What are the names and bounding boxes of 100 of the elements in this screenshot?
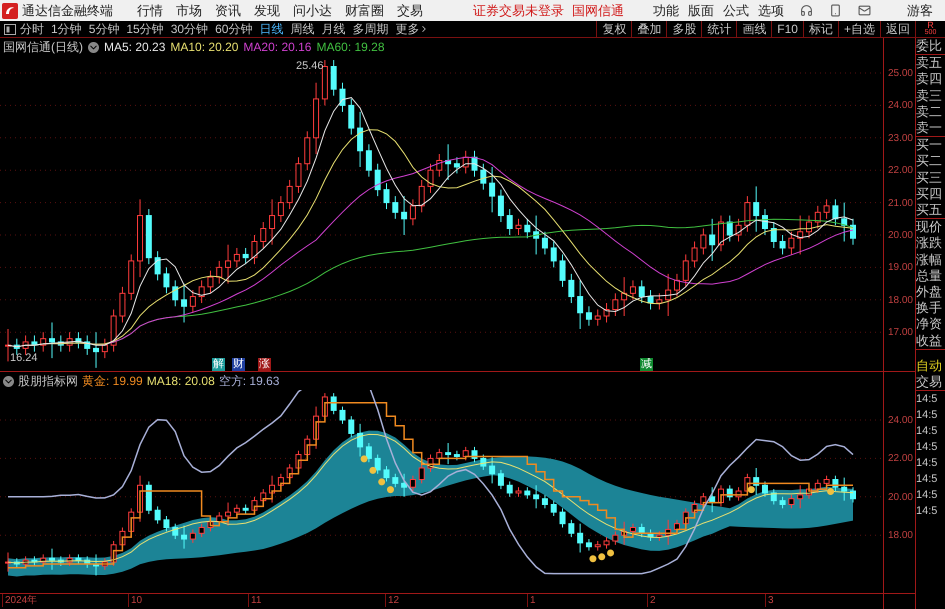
status-notice: 证券交易未登录 xyxy=(473,2,564,20)
legend-value: MA20: 20.16 xyxy=(243,39,312,56)
date-label: 12 xyxy=(385,594,400,607)
user-button[interactable]: 游客 xyxy=(907,0,933,20)
date-label: 3 xyxy=(765,594,774,607)
signal-dot xyxy=(598,553,606,560)
quote-label: 总量 xyxy=(916,268,943,284)
period-tab[interactable]: 日线 xyxy=(259,22,284,36)
menu-item[interactable]: 版面 xyxy=(688,0,714,20)
price-axis-label: 17.00 xyxy=(888,326,913,340)
chart-title: 国网信通(日线) xyxy=(3,39,83,56)
price-axis-label: 18.00 xyxy=(888,294,913,308)
trade-time: 14:5 xyxy=(916,392,938,407)
trade-time: 14:5 xyxy=(916,488,938,503)
quote-label: 收益 xyxy=(916,332,943,349)
mail-icon[interactable] xyxy=(858,4,871,17)
price-axis-label: 18.00 xyxy=(888,529,913,544)
period-tab[interactable]: 15分钟 xyxy=(126,22,164,36)
quote-label: 涨幅 xyxy=(916,252,943,268)
menu-item[interactable]: 资讯 xyxy=(215,0,241,20)
price-axis-label: 20.00 xyxy=(888,490,913,505)
app-title: 通达信金融终端 xyxy=(22,2,113,20)
quote-label: 涨跌 xyxy=(916,235,943,252)
period-tab[interactable]: 1分钟 xyxy=(51,22,82,36)
period-tab[interactable]: 周线 xyxy=(290,22,314,36)
menu-item[interactable]: 发现 xyxy=(254,0,280,20)
mode-tab[interactable]: 交易 xyxy=(916,374,945,390)
period-tab[interactable]: 60分钟 xyxy=(215,22,252,36)
price-axis-label: 23.00 xyxy=(888,132,913,146)
quote-label: 外盘 xyxy=(916,284,943,300)
corner-letter: R xyxy=(927,21,934,29)
price-axis-label: 20.00 xyxy=(888,229,913,243)
tool-button[interactable]: 统计 xyxy=(701,21,736,37)
event-marker[interactable]: 减 xyxy=(640,358,653,371)
date-label: 2 xyxy=(647,594,656,607)
tool-button[interactable]: +自选 xyxy=(838,21,880,37)
period-tab[interactable]: 分时 xyxy=(20,22,44,36)
period-tab[interactable]: 30分钟 xyxy=(170,22,208,36)
date-label: 2024年 xyxy=(2,594,38,607)
trade-time: 14:5 xyxy=(916,472,938,487)
signal-dot xyxy=(378,478,386,486)
high-price-label: 25.46 xyxy=(296,59,324,74)
signal-dot xyxy=(607,549,614,556)
tool-button[interactable]: F10 xyxy=(771,21,803,37)
quote-label: 卖一 xyxy=(916,120,943,136)
menu-item[interactable]: 功能 xyxy=(653,0,679,20)
menu-item[interactable]: 财富圈 xyxy=(345,0,384,20)
price-axis-label: 25.00 xyxy=(888,67,913,81)
tool-button[interactable]: 画线 xyxy=(736,21,772,37)
tool-button[interactable]: 返回 xyxy=(880,21,915,37)
legend-value: MA60: 19.28 xyxy=(316,39,385,56)
logo-icon xyxy=(2,2,18,18)
legend-value: MA18: 20.08 xyxy=(146,373,215,390)
period-tab[interactable]: 月线 xyxy=(321,22,346,36)
legend-value: 空方: 19.63 xyxy=(218,373,280,390)
menu-item[interactable]: 问小达 xyxy=(293,0,332,20)
price-axis-label: 24.00 xyxy=(888,99,913,114)
quote-label: 换手 xyxy=(916,300,943,316)
period-tab[interactable]: 多周期 xyxy=(352,22,388,36)
signal-dot xyxy=(360,455,368,462)
legend-value: MA10: 20.20 xyxy=(170,39,238,56)
phone-icon[interactable] xyxy=(829,4,842,17)
quote-label: 卖五 xyxy=(916,55,943,72)
headset-icon[interactable] xyxy=(800,4,813,17)
menu-item[interactable]: 行情 xyxy=(137,0,163,20)
low-price-label: 16.24 xyxy=(10,351,38,366)
tool-button[interactable]: 复权 xyxy=(596,21,632,37)
date-label: 11 xyxy=(248,594,262,607)
period-tab[interactable]: 更多 xyxy=(395,22,430,36)
menu-item[interactable]: 公式 xyxy=(723,0,749,20)
date-label: 1 xyxy=(527,594,536,607)
signal-dot xyxy=(827,488,834,496)
quote-label: 卖三 xyxy=(916,88,943,104)
quote-label: 买五 xyxy=(916,202,943,218)
event-marker[interactable]: 涨 xyxy=(258,358,271,371)
tool-button[interactable]: 标记 xyxy=(802,21,838,37)
date-label: 10 xyxy=(128,594,142,607)
panel-toggle-icon[interactable] xyxy=(4,24,16,34)
price-axis-label: 22.00 xyxy=(888,452,913,466)
quote-label: 卖四 xyxy=(916,71,943,88)
quote-label: 卖二 xyxy=(916,104,943,120)
menu-item[interactable]: 选项 xyxy=(758,0,784,20)
price-axis-label: 19.00 xyxy=(888,261,913,276)
dropdown-icon[interactable] xyxy=(88,42,99,52)
trade-time: 14:5 xyxy=(916,456,938,471)
quote-label: 现价 xyxy=(916,219,943,236)
price-axis-label: 21.00 xyxy=(888,196,913,211)
mode-tab[interactable]: 自动 xyxy=(916,358,945,374)
tool-button[interactable]: 叠加 xyxy=(631,21,666,37)
menu-item[interactable]: 交易 xyxy=(397,0,423,20)
quote-label: 净资 xyxy=(916,316,943,333)
dropdown-icon[interactable] xyxy=(3,376,14,386)
menu-item[interactable]: 市场 xyxy=(176,0,202,20)
legend-value: 黄金: 19.99 xyxy=(82,373,143,390)
quote-label: 买二 xyxy=(916,153,943,170)
tool-button[interactable]: 多股 xyxy=(666,21,702,37)
period-tab[interactable]: 5分钟 xyxy=(88,22,120,36)
status-notice[interactable]: 国网信通 xyxy=(572,0,624,20)
event-marker[interactable]: 财 xyxy=(232,358,245,371)
quote-label: 委比 xyxy=(916,38,943,54)
